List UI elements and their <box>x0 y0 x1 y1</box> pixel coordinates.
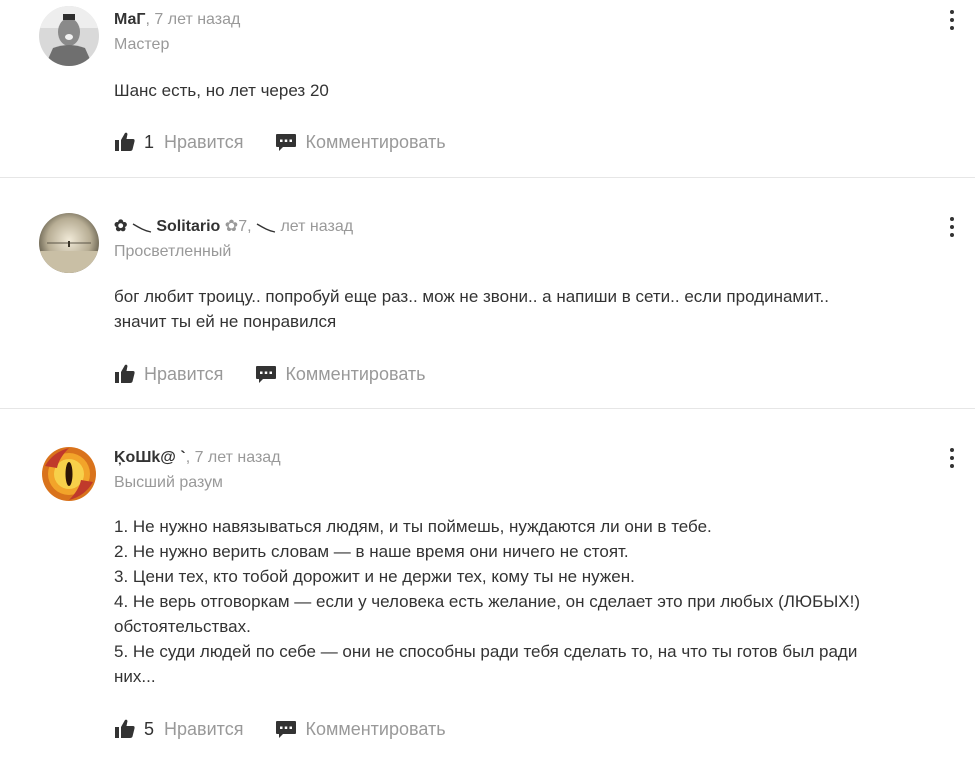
like-button[interactable]: 1 Нравится <box>114 131 243 153</box>
thumbs-up-icon <box>115 719 135 738</box>
answer-actions: Нравится Комментировать <box>114 363 426 385</box>
answer-header: МаГ, 7 лет назад Мастер <box>114 10 240 55</box>
more-vertical-icon[interactable] <box>947 10 957 30</box>
author-name[interactable]: ĶoШk@ ` <box>114 449 186 466</box>
author-name[interactable]: МаГ <box>114 11 146 28</box>
answer-actions: 1 Нравится Комментировать <box>114 131 446 153</box>
author-prefix: ✿ <box>114 218 128 235</box>
like-count: 1 <box>144 131 155 152</box>
answer-time: , 7 лет назад <box>185 449 281 466</box>
thumbs-up-icon <box>115 364 135 383</box>
author-rank: Высший разум <box>114 474 223 491</box>
answer-item: МаГ, 7 лет назад Мастер Шанс есть, но ле… <box>0 0 975 178</box>
comment-icon <box>276 721 297 738</box>
author-rank: Просветленный <box>114 243 232 260</box>
thumbs-up-icon <box>115 132 135 151</box>
ornament-icon <box>256 223 276 233</box>
answer-item: ĶoШk@ `, 7 лет назад Высший разум 1. Не … <box>0 409 975 761</box>
more-vertical-icon[interactable] <box>947 217 957 237</box>
comment-button[interactable]: Комментировать <box>275 718 446 740</box>
like-label: Нравится <box>164 131 244 152</box>
answer-header: ĶoШk@ `, 7 лет назад Высший разум <box>114 448 281 493</box>
comment-label: Комментировать <box>305 718 446 739</box>
like-button[interactable]: 5 Нравится <box>114 718 243 740</box>
like-label: Нравится <box>144 363 224 384</box>
avatar[interactable] <box>39 213 99 273</box>
like-label: Нравится <box>164 718 244 739</box>
answer-actions: 5 Нравится Комментировать <box>114 718 446 740</box>
answer-time: лет назад <box>280 218 354 235</box>
answer-item: ✿ Solitario ✿7, лет назад Просветленный … <box>0 178 975 409</box>
ornament-icon <box>132 223 151 233</box>
avatar[interactable] <box>39 6 99 66</box>
answer-text: Шанс есть, но лет через 20 <box>114 81 329 100</box>
avatar[interactable] <box>39 444 99 504</box>
more-vertical-icon[interactable] <box>947 448 957 468</box>
comment-button[interactable]: Комментировать <box>255 363 426 385</box>
comment-icon <box>276 134 297 151</box>
answer-header: ✿ Solitario ✿7, лет назад Просветленный <box>114 218 354 260</box>
comment-label: Комментировать <box>285 363 426 384</box>
author-rank: Мастер <box>114 36 170 53</box>
comment-button[interactable]: Комментировать <box>275 131 446 153</box>
like-button[interactable]: Нравится <box>114 363 223 385</box>
comment-icon <box>256 366 277 383</box>
author-suffix: ✿7 <box>224 218 248 235</box>
answer-text: 1. Не нужно навязываться людям, и ты пой… <box>114 517 861 686</box>
answer-text: бог любит троицу.. попробуй еще раз.. мо… <box>114 287 829 331</box>
answer-time: , 7 лет назад <box>145 11 241 28</box>
author-name[interactable]: Solitario <box>156 218 220 235</box>
comment-label: Комментировать <box>305 131 446 152</box>
answers-list: МаГ, 7 лет назад Мастер Шанс есть, но ле… <box>0 0 975 760</box>
like-count: 5 <box>144 718 155 739</box>
